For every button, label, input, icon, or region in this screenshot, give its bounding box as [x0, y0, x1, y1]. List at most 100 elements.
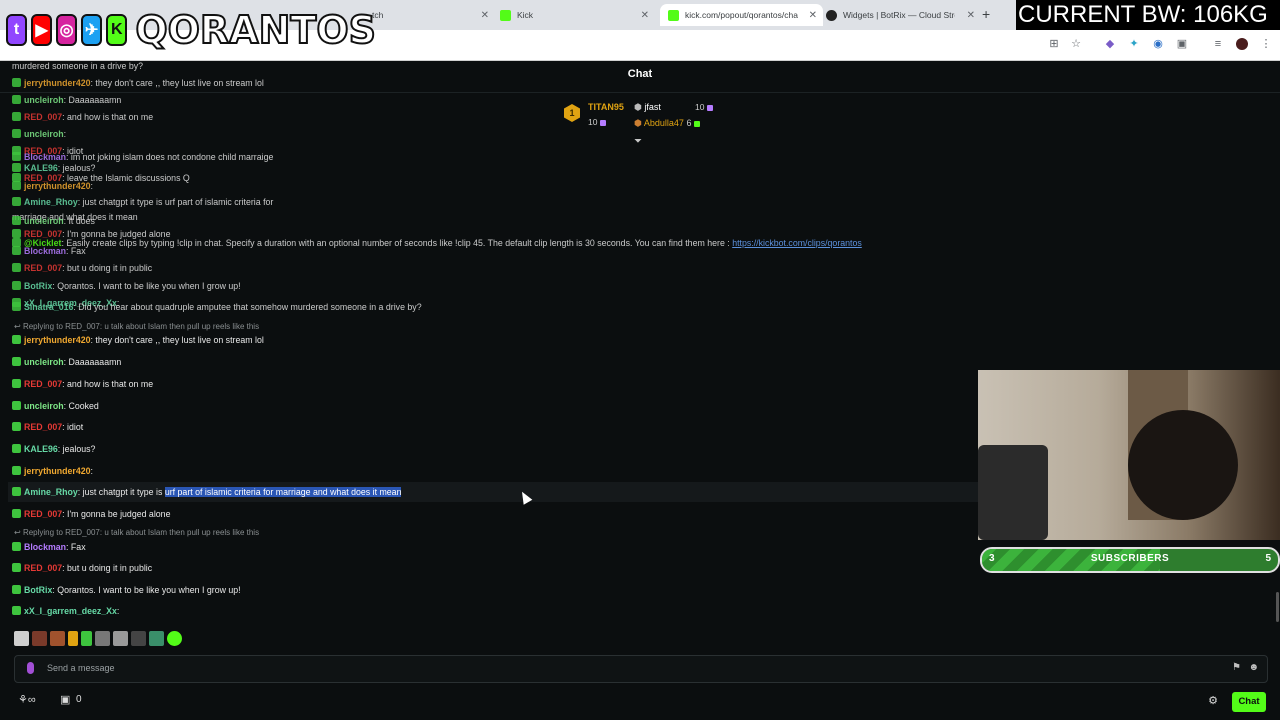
chat-message[interactable]: KALE96: jealous?	[12, 443, 95, 455]
chat-username[interactable]: Blockman	[24, 152, 66, 162]
reply-text: Replying to RED_007: u talk about Islam …	[22, 528, 260, 537]
reply-text: Replying to RED_007: u talk about Islam …	[22, 322, 260, 331]
chat-username[interactable]: Amine_Rhoy	[24, 487, 78, 497]
chat-message[interactable]: RED_007: and how is that on me	[12, 378, 153, 390]
bookmark-star-icon[interactable]: ☆	[1070, 38, 1082, 50]
chat-message[interactable]: RED_007: but u doing it in public	[12, 562, 152, 574]
extension-icon[interactable]: ◉	[1152, 38, 1164, 50]
emote-icon[interactable]	[167, 631, 182, 646]
chat-username[interactable]: Blockman	[24, 246, 66, 256]
overlay-chat-message[interactable]: RED_007: but u doing it in public	[12, 262, 152, 274]
emote-icon[interactable]	[68, 631, 78, 646]
reading-list-icon[interactable]: ≡	[1212, 38, 1224, 50]
overlay-chat-message[interactable]: uncleiroh: It does	[12, 215, 95, 227]
browser-tab-4[interactable]: Widgets | BotRix — Cloud Strea ✕	[820, 4, 981, 26]
emote-icon[interactable]	[95, 631, 110, 646]
chat-message[interactable]: RED_007: I'm gonna be judged alone	[12, 508, 170, 520]
chat-message[interactable]: Blockman: Fax	[12, 541, 86, 553]
reply-context[interactable]: ↩ Replying to RED_007: u talk about Isla…	[14, 322, 259, 331]
close-tab-icon[interactable]: ✕	[481, 10, 489, 21]
extension-icon[interactable]: ✦	[1128, 38, 1140, 50]
twitter-icon: ✈	[81, 14, 103, 46]
chat-message[interactable]: BotRix: Qorantos. I want to be like you …	[12, 584, 241, 596]
chat-message[interactable]: xX_I_garrem_deez_Xx:	[12, 605, 119, 617]
overlay-chat-message[interactable]: @Kicklet: Easily create clips by typing …	[12, 237, 862, 249]
browser-tab-2[interactable]: Kick ✕	[500, 4, 655, 26]
gift-box-icon[interactable]: ▣	[60, 693, 70, 706]
points-icon[interactable]: ⚘∞	[18, 693, 36, 706]
chat-message-text: :	[90, 466, 93, 476]
chat-username[interactable]: RED_007	[24, 112, 62, 122]
overlay-chat-message[interactable]: jerrythunder420: they don't care ,, they…	[12, 77, 264, 89]
extensions-puzzle-icon[interactable]: ▣	[1176, 38, 1188, 50]
settings-gear-icon[interactable]: ⚙	[1208, 694, 1218, 707]
overlay-chat-message[interactable]: Blockman: Fax	[12, 245, 86, 257]
chat-username[interactable]: RED_007	[24, 379, 62, 389]
chat-username[interactable]: KALE96	[24, 444, 58, 454]
chat-username[interactable]: xX_I_garrem_deez_Xx	[24, 606, 117, 616]
leaderboard-first[interactable]: 1	[564, 104, 580, 122]
overlay-chat-message[interactable]: RED_007: and how is that on me	[12, 111, 153, 123]
clip-link[interactable]: https://kickbot.com/clips/qorantos	[732, 238, 862, 248]
reply-context[interactable]: ↩ Replying to RED_007: u talk about Isla…	[14, 528, 259, 537]
emote-icon[interactable]	[149, 631, 164, 646]
chat-send-button[interactable]: Chat	[1232, 692, 1266, 712]
microphone-icon[interactable]	[27, 662, 34, 674]
chat-username[interactable]: BotRix	[24, 585, 52, 595]
chat-message[interactable]: jerrythunder420: they don't care ,, they…	[12, 334, 264, 346]
chat-username[interactable]: jerrythunder420	[24, 335, 91, 345]
chat-input[interactable]: Send a message ⚑ ☻	[14, 655, 1268, 683]
chat-username[interactable]: Sinatra_016	[24, 302, 73, 312]
emote-icon[interactable]	[131, 631, 146, 646]
close-tab-icon[interactable]: ✕	[809, 10, 817, 21]
translate-icon[interactable]: ⚑	[1232, 662, 1241, 673]
chat-username[interactable]: uncleiroh	[24, 401, 64, 411]
browser-menu-icon[interactable]: ⋮	[1260, 38, 1272, 50]
chat-username[interactable]: jerrythunder420	[24, 78, 91, 88]
emoji-picker-icon[interactable]: ☻	[1248, 662, 1259, 673]
chat-message[interactable]: jerrythunder420:	[12, 465, 93, 477]
overlay-chat-message[interactable]: BotRix: Qorantos. I want to be like you …	[12, 280, 241, 292]
collapse-leaderboard-icon[interactable]: ⏷	[634, 136, 642, 147]
emote-icon[interactable]	[14, 631, 29, 646]
overlay-chat-message[interactable]: Sinatra_016: Did you hear about quadrupl…	[12, 301, 422, 313]
profile-avatar[interactable]	[1236, 38, 1248, 50]
chat-username[interactable]: RED_007	[24, 422, 62, 432]
overlay-chat-message[interactable]: uncleiroh:	[12, 128, 66, 140]
chat-badge-icon	[12, 246, 21, 255]
chat-message[interactable]: uncleiroh: Daaaaaaamn	[12, 356, 121, 368]
overlay-chat-message[interactable]: uncleiroh: Daaaaaaamn	[12, 94, 121, 106]
leaderboard-third[interactable]: ⬢ Abdulla47 6	[634, 118, 701, 129]
emote-icon[interactable]	[50, 631, 65, 646]
chat-username[interactable]: uncleiroh	[24, 216, 64, 226]
chat-username[interactable]: jerrythunder420	[24, 466, 91, 476]
install-app-icon[interactable]: ⊞	[1048, 38, 1060, 50]
chat-username[interactable]: Amine_Rhoy	[24, 197, 78, 207]
chat-message[interactable]: Amine_Rhoy: just chatgpt it type is urf …	[12, 486, 402, 498]
close-tab-icon[interactable]: ✕	[641, 10, 649, 21]
overlay-chat-message[interactable]: murdered someone in a drive by?	[12, 60, 143, 72]
overlay-chat-message[interactable]: jerrythunder420:	[12, 180, 93, 192]
chat-username[interactable]: jerrythunder420	[24, 181, 91, 191]
chat-username[interactable]: BotRix	[24, 281, 52, 291]
browser-tab-3-active[interactable]: kick.com/popout/qorantos/cha ✕	[660, 4, 823, 26]
leaderboard-second[interactable]: ⬢ jfast	[634, 102, 661, 113]
chat-scrollbar[interactable]	[1276, 592, 1279, 622]
youtube-icon: ▶	[31, 14, 53, 46]
chat-username[interactable]: uncleiroh	[24, 129, 64, 139]
overlay-chat-message[interactable]: Amine_Rhoy: just chatgpt it type is urf …	[12, 196, 273, 208]
chat-username[interactable]: uncleiroh	[24, 357, 64, 367]
chat-message[interactable]: RED_007: idiot	[12, 421, 83, 433]
chat-username[interactable]: Blockman	[24, 542, 66, 552]
chat-username[interactable]: RED_007	[24, 263, 62, 273]
emote-icon[interactable]	[32, 631, 47, 646]
chat-username[interactable]: RED_007	[24, 509, 62, 519]
chat-username[interactable]: RED_007	[24, 563, 62, 573]
emote-icon[interactable]	[113, 631, 128, 646]
close-tab-icon[interactable]: ✕	[967, 10, 975, 21]
emote-icon[interactable]	[81, 631, 92, 646]
chat-username[interactable]: uncleiroh	[24, 95, 64, 105]
chat-message[interactable]: uncleiroh: Cooked	[12, 400, 99, 412]
new-tab-button[interactable]: +	[982, 6, 990, 22]
extension-icon[interactable]: ◆	[1104, 38, 1116, 50]
